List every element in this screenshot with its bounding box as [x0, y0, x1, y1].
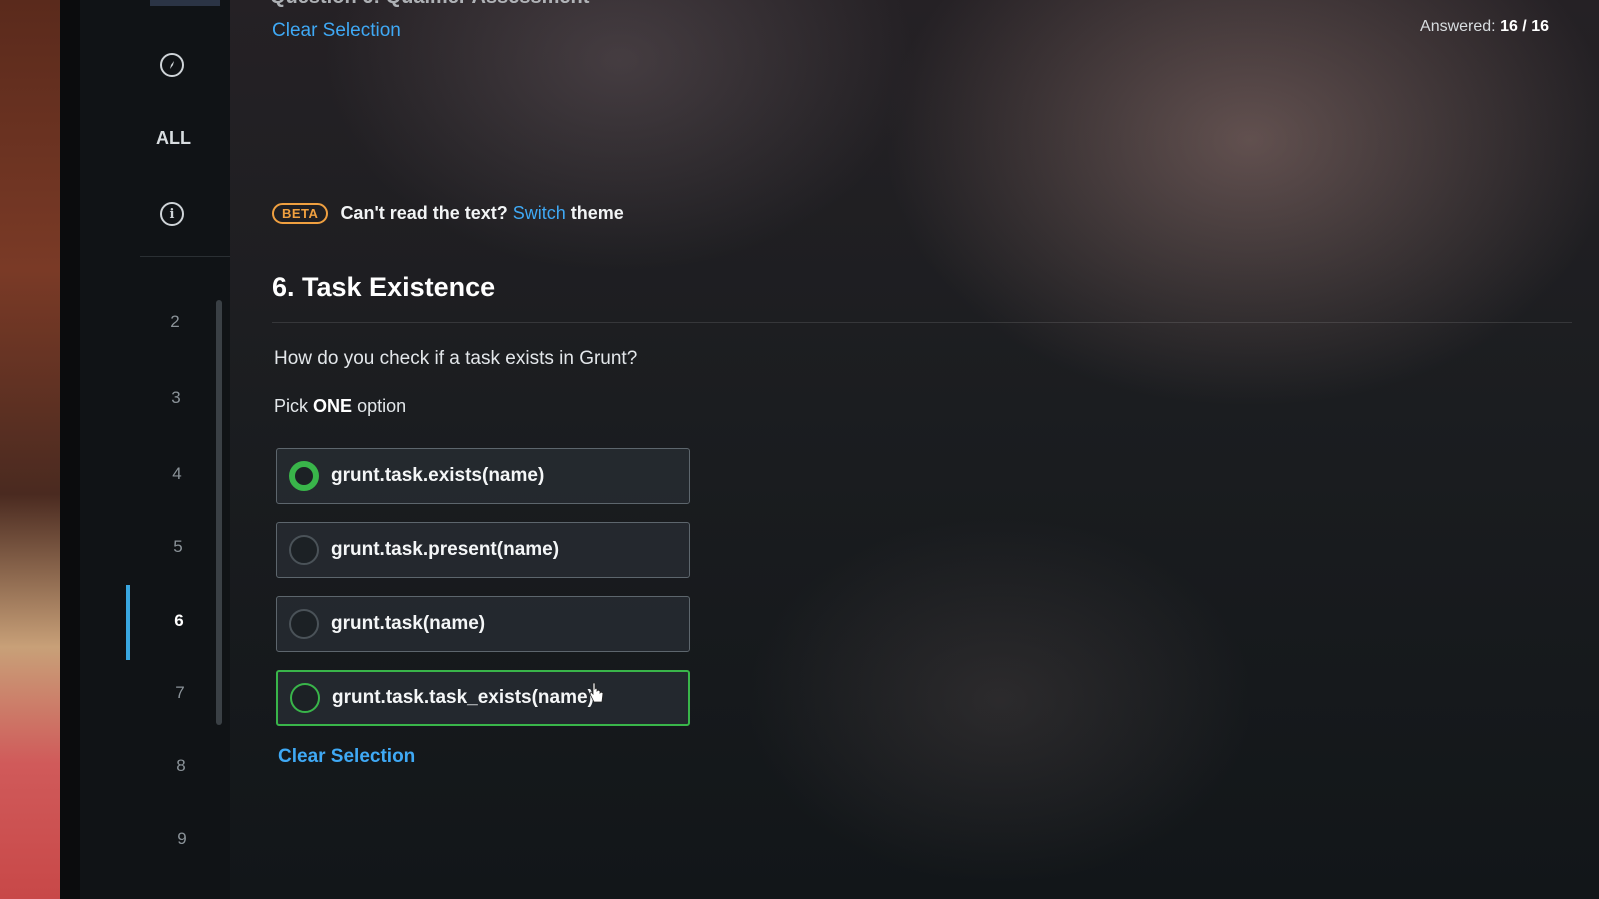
info-icon[interactable]: i — [160, 202, 184, 226]
option-label: grunt.task.present(name) — [331, 539, 560, 560]
question-title: 6. Task Existence — [272, 272, 496, 302]
page-title: Question 6: Qualifier Assessment — [270, 0, 589, 9]
question-text: How do you check if a task exists in Gru… — [274, 348, 638, 369]
beta-text: Can't read the text? Switch theme — [340, 203, 623, 224]
pick-suffix: option — [357, 396, 407, 416]
logo — [150, 0, 220, 6]
option-label: grunt.task.exists(name) — [331, 465, 545, 486]
nav-item-6[interactable]: 6 — [164, 611, 194, 631]
compass-needle-icon — [170, 61, 174, 69]
switch-theme-link[interactable]: Switch — [513, 203, 566, 223]
option-label: grunt.task(name) — [331, 613, 486, 634]
screen: ALL i 2 3 4 5 6 7 8 9 Question 6: Qualif… — [0, 0, 1599, 899]
nav-item-3[interactable]: 3 — [161, 388, 191, 408]
pick-instruction: Pick ONE option — [274, 396, 406, 417]
option-2[interactable]: grunt.task.present(name) — [276, 522, 690, 578]
beta-suffix: theme — [570, 203, 624, 223]
sidebar-divider — [140, 256, 230, 257]
question-divider — [272, 322, 1572, 323]
nav-item-8[interactable]: 8 — [166, 756, 196, 776]
option-1[interactable]: grunt.task.exists(name) — [276, 448, 690, 504]
clear-selection-top-link[interactable]: Clear Selection — [272, 20, 401, 42]
active-indicator — [126, 585, 130, 660]
pick-prefix: Pick — [274, 396, 309, 416]
nav-item-4[interactable]: 4 — [162, 464, 192, 484]
clear-selection-button[interactable]: Clear Selection — [278, 746, 415, 768]
option-3[interactable]: grunt.task(name) — [276, 596, 690, 652]
answered-value: 16 / 16 — [1500, 18, 1549, 35]
radio-selected[interactable] — [289, 461, 319, 491]
compass-icon[interactable] — [160, 53, 184, 77]
beta-badge: BETA — [272, 203, 329, 224]
radio-unselected[interactable] — [289, 609, 319, 639]
answered-label: Answered: — [1420, 18, 1496, 35]
nav-item-2[interactable]: 2 — [160, 312, 190, 332]
option-label: grunt.task.task_exists(name) — [332, 687, 594, 708]
laptop-bezel — [60, 0, 80, 899]
answered-counter: Answered: 16 / 16 — [1420, 18, 1549, 36]
sidebar-all[interactable]: ALL — [156, 128, 191, 149]
beta-theme-notice: BETA Can't read the text? Switch theme — [272, 203, 624, 224]
option-4[interactable]: grunt.task.task_exists(name) — [276, 670, 690, 726]
radio-unselected[interactable] — [289, 535, 319, 565]
nav-item-7[interactable]: 7 — [165, 683, 195, 703]
nav-item-9[interactable]: 9 — [167, 829, 197, 849]
background-desk — [0, 0, 64, 899]
sidebar — [80, 0, 230, 899]
hand-cursor-icon — [589, 682, 604, 703]
beta-question: Can't read the text? — [340, 203, 508, 223]
radio-unselected[interactable] — [290, 683, 320, 713]
nav-item-5[interactable]: 5 — [163, 537, 193, 557]
sidebar-scrollbar[interactable] — [216, 300, 222, 725]
pick-count: ONE — [313, 396, 353, 416]
